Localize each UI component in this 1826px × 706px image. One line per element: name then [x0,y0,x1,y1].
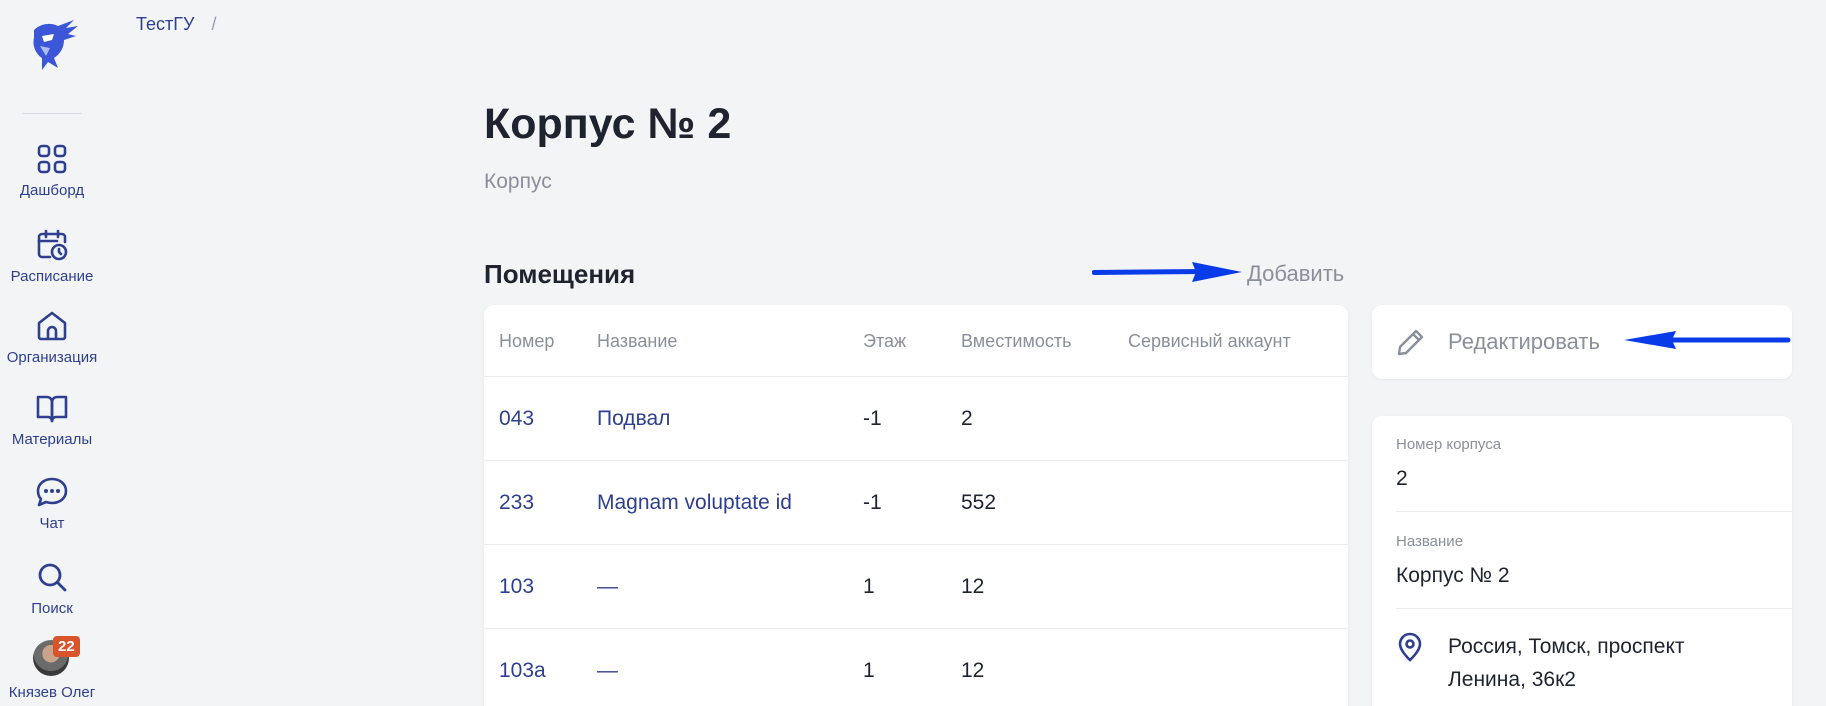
building-number-label: Номер корпуса [1396,436,1502,453]
column-header-capacity[interactable]: Вместимость [961,331,1072,352]
room-floor: -1 [863,491,882,514]
room-name-link[interactable]: Подвал [597,407,670,431]
home-icon [35,309,69,343]
room-number-link[interactable]: 233 [499,491,534,515]
room-capacity: 12 [961,575,985,598]
sidebar-item-label: Чат [39,515,65,532]
edit-label: Редактировать [1448,329,1600,354]
profile-name: Князев Олег [8,684,96,701]
column-header-number[interactable]: Номер [499,331,554,352]
room-capacity: 552 [961,491,997,514]
room-name-link[interactable]: Magnam voluptate id [597,491,792,515]
sidebar-item-label: Организация [6,349,98,366]
arrow-left-icon [1624,331,1791,349]
avatar-wrapper: 22 [33,636,80,678]
map-pin-icon [1396,632,1424,662]
column-header-service-account[interactable]: Сервисный аккаунт [1128,331,1291,352]
logo-icon[interactable] [24,18,80,70]
column-header-name[interactable]: Название [597,331,677,352]
dashboard-icon [35,142,69,176]
sidebar-divider [22,113,82,114]
sidebar-item-schedule[interactable]: Расписание [0,228,104,285]
table-header: Номер Название Этаж Вместимость Сервисны… [484,305,1348,377]
building-name-label: Название [1396,533,1464,550]
page-subtitle: Корпус [484,170,552,193]
breadcrumb: ТестГУ / [136,14,216,35]
building-number-value: 2 [1396,467,1408,490]
add-room-button[interactable]: Добавить [1247,261,1344,287]
book-icon [35,391,69,425]
room-name-link[interactable]: — [597,659,618,683]
info-divider [1396,511,1792,512]
room-capacity: 2 [961,407,973,430]
breadcrumb-separator: / [211,14,217,34]
pencil-icon [1396,327,1426,357]
chat-icon [35,475,69,509]
column-header-floor[interactable]: Этаж [863,331,906,352]
address-text: Россия, Томск, проспект Ленина, 36к2 [1448,635,1685,691]
building-number-field: Номер корпуса 2 [1396,436,1768,491]
info-divider [1396,608,1792,609]
table-row[interactable]: 103а — 1 12 [484,629,1348,706]
room-number-link[interactable]: 103 [499,575,534,599]
room-floor: 1 [863,575,875,598]
sidebar-item-dashboard[interactable]: Дашборд [0,142,104,199]
table-row[interactable]: 233 Magnam voluptate id -1 552 [484,461,1348,545]
sidebar-item-organization[interactable]: Организация [0,309,104,366]
sidebar-item-label: Материалы [11,431,93,448]
room-name-link[interactable]: — [597,575,618,599]
arrow-right-icon [1092,262,1242,282]
rooms-section-title: Помещения [484,259,636,289]
search-icon [35,560,69,594]
room-floor: 1 [863,659,875,682]
sidebar-item-chat[interactable]: Чат [0,475,104,532]
sidebar-item-label: Дашборд [19,182,85,199]
sidebar-item-materials[interactable]: Материалы [0,391,104,448]
sidebar: Дашборд Расписание Организация Материалы… [0,0,104,706]
room-number-link[interactable]: 043 [499,407,534,431]
room-capacity: 12 [961,659,985,682]
sidebar-item-profile[interactable]: 22 Князев Олег [0,636,104,701]
calendar-clock-icon [35,228,69,262]
sidebar-item-label: Поиск [31,600,73,617]
notification-badge: 22 [53,636,80,657]
building-info-card: Номер корпуса 2 Название Корпус № 2 Росс… [1372,416,1792,706]
building-name-field: Название Корпус № 2 [1396,533,1768,588]
page-title: Корпус № 2 [484,100,732,148]
room-floor: -1 [863,407,882,430]
room-number-link[interactable]: 103а [499,659,546,683]
table-row[interactable]: 103 — 1 12 [484,545,1348,629]
sidebar-item-label: Расписание [10,268,94,285]
building-name-value: Корпус № 2 [1396,564,1510,587]
breadcrumb-root-link[interactable]: ТестГУ [136,14,194,34]
sidebar-item-search[interactable]: Поиск [0,560,104,617]
rooms-table: Номер Название Этаж Вместимость Сервисны… [484,305,1348,706]
table-row[interactable]: 043 Подвал -1 2 [484,377,1348,461]
